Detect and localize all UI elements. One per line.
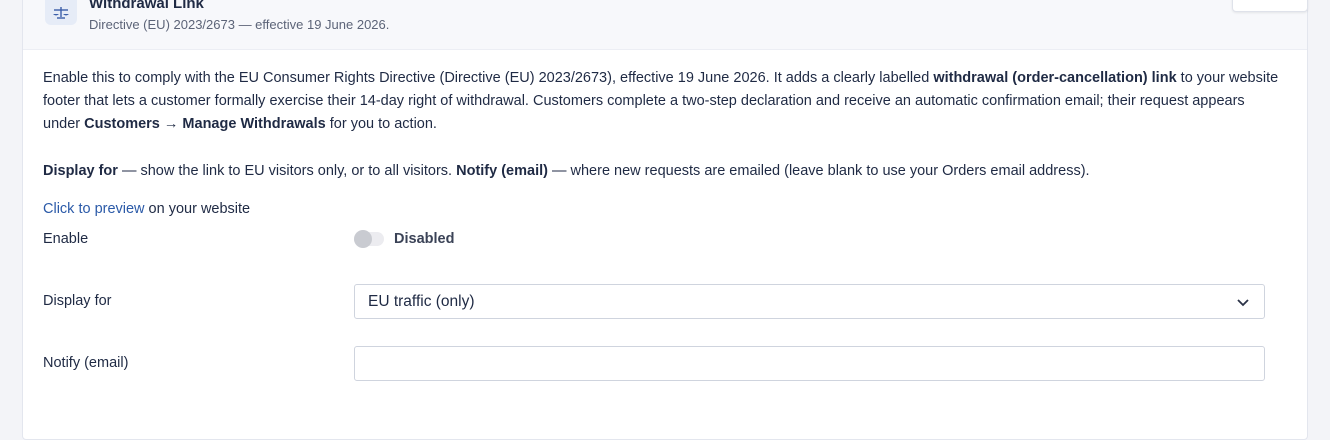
- header-action-button[interactable]: [1232, 0, 1308, 12]
- chevron-down-icon: [1237, 299, 1249, 307]
- display-for-label: Display for: [43, 293, 112, 309]
- notify-email-label: Notify (email): [43, 355, 129, 371]
- feature-description: Enable this to comply with the EU Consum…: [43, 67, 1283, 136]
- description-text: Enable this to comply with the EU Consum…: [43, 70, 934, 86]
- preview-line: Click to preview on your website: [43, 199, 250, 219]
- description-emphasis: withdrawal (order-cancellation) link: [933, 70, 1177, 86]
- toggle-switch[interactable]: [354, 230, 384, 248]
- note-emphasis: Display for: [43, 163, 118, 179]
- card-header: Withdrawal Link Directive (EU) 2023/2673…: [23, 0, 1307, 50]
- preview-suffix: on your website: [144, 201, 251, 217]
- notify-email-field[interactable]: [354, 346, 1265, 381]
- toggle-state-label: Disabled: [394, 231, 455, 247]
- description-emphasis: Customers → Manage Withdrawals: [84, 116, 326, 132]
- note-text: — where new requests are emailed (leave …: [547, 163, 1090, 179]
- preview-link[interactable]: Click to preview: [43, 201, 145, 217]
- field-help-note: Display for — show the link to EU visito…: [43, 160, 1283, 183]
- enable-toggle[interactable]: Disabled: [354, 229, 454, 249]
- display-for-select[interactable]: EU traffic (only): [354, 284, 1265, 319]
- note-text: — show the link to EU visitors only, or …: [117, 163, 457, 179]
- display-for-value: EU traffic (only): [368, 292, 475, 310]
- description-text: for you to action.: [325, 116, 437, 132]
- card-subtitle: Directive (EU) 2023/2673 — effective 19 …: [89, 17, 390, 32]
- enable-label: Enable: [43, 231, 89, 247]
- note-emphasis: Notify (email): [456, 163, 548, 179]
- scales-icon: [45, 0, 77, 25]
- card-title: Withdrawal Link: [89, 0, 204, 12]
- toggle-knob: [354, 230, 372, 248]
